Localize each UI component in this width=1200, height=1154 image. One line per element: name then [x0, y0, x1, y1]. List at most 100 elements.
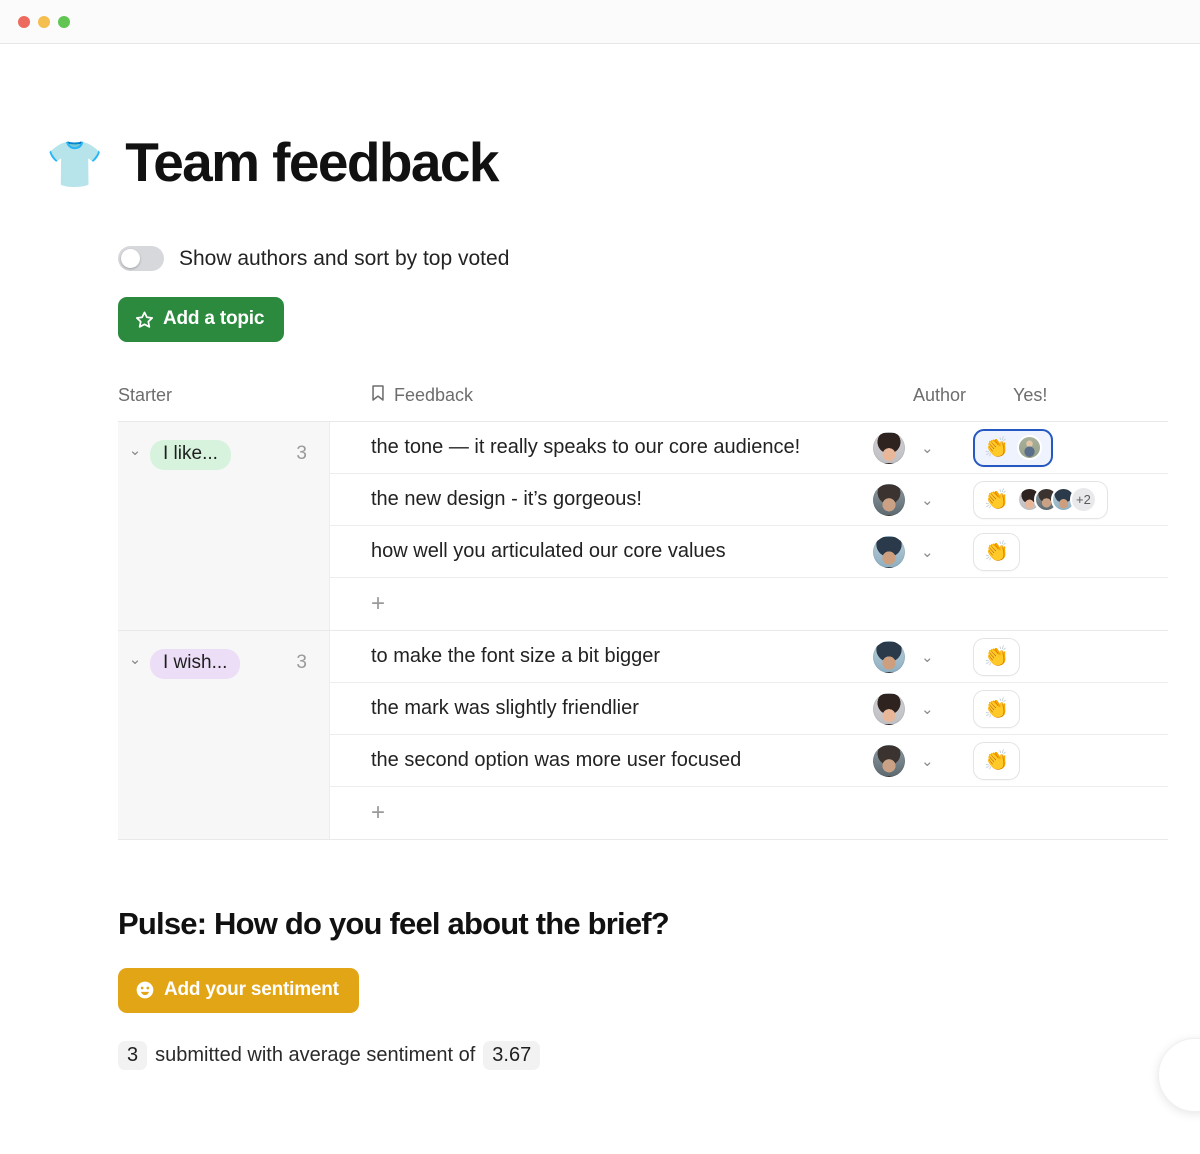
- add-feedback-row[interactable]: +: [330, 578, 1168, 630]
- chevron-down-icon[interactable]: ⌄: [126, 440, 144, 462]
- show-authors-toggle-row: Show authors and sort by top voted: [118, 246, 1200, 271]
- author-cell: ⌄: [873, 536, 973, 568]
- chevron-down-icon[interactable]: ⌄: [126, 649, 144, 671]
- avatar: [873, 484, 905, 516]
- add-topic-button[interactable]: Add a topic: [118, 297, 284, 342]
- table-row[interactable]: the mark was slightly friendlier ⌄ 👏: [330, 683, 1168, 735]
- clap-icon: 👏: [984, 647, 1009, 667]
- pulse-stats-text: submitted with average sentiment of: [155, 1044, 475, 1067]
- author-cell: ⌄: [873, 641, 973, 673]
- column-header-author: Author: [913, 385, 1013, 406]
- reaction-button[interactable]: 👏 +2: [973, 481, 1108, 519]
- reaction-button[interactable]: 👏: [973, 533, 1020, 571]
- plus-icon[interactable]: +: [330, 787, 385, 839]
- avatar: [873, 536, 905, 568]
- page-content: 👕 Team feedback Show authors and sort by…: [0, 44, 1200, 1070]
- plus-icon[interactable]: +: [330, 578, 385, 630]
- page-header: 👕 Team feedback: [0, 44, 1200, 194]
- add-topic-button-label: Add a topic: [163, 308, 264, 330]
- tshirt-icon: 👕: [46, 141, 103, 187]
- reaction-button[interactable]: 👏: [973, 638, 1020, 676]
- column-header-yes: Yes!: [1013, 385, 1168, 406]
- pulse-stats: 3 submitted with average sentiment of 3.…: [118, 1041, 1200, 1070]
- star-icon: [135, 310, 154, 329]
- chevron-down-icon[interactable]: ⌄: [921, 752, 934, 770]
- author-cell: ⌄: [873, 432, 973, 464]
- clap-icon: 👏: [984, 751, 1009, 771]
- starter-chip[interactable]: I wish...: [150, 649, 240, 679]
- chevron-down-icon[interactable]: ⌄: [921, 491, 934, 509]
- feedback-text[interactable]: the new design - it’s gorgeous!: [330, 488, 873, 511]
- window-titlebar: [0, 0, 1200, 44]
- avatar: [873, 641, 905, 673]
- table-row[interactable]: the tone — it really speaks to our core …: [330, 422, 1168, 474]
- yes-cell: 👏: [973, 690, 1128, 728]
- group-rows: the tone — it really speaks to our core …: [330, 422, 1168, 630]
- avatar: [873, 745, 905, 777]
- starter-count: 3: [296, 649, 329, 677]
- chevron-down-icon[interactable]: ⌄: [921, 439, 934, 457]
- chevron-down-icon[interactable]: ⌄: [921, 543, 934, 561]
- window-minimize-button[interactable]: [38, 16, 50, 28]
- feedback-text[interactable]: how well you articulated our core values: [330, 540, 873, 563]
- starter-cell: ⌄ I wish... 3: [118, 631, 330, 839]
- clap-icon: 👏: [984, 699, 1009, 719]
- table-row[interactable]: to make the font size a bit bigger ⌄ 👏: [330, 631, 1168, 683]
- reaction-avatar-stack: +2: [1017, 486, 1097, 513]
- feedback-table: Starter Feedback Author Yes! ⌄ I like... 3…: [118, 384, 1168, 840]
- controls-area: Show authors and sort by top voted Add a…: [0, 246, 1200, 342]
- yes-cell: 👏: [973, 742, 1128, 780]
- reaction-avatar-stack: [1017, 435, 1042, 460]
- clap-icon: 👏: [984, 438, 1009, 458]
- starter-count: 3: [296, 440, 329, 468]
- pulse-submitted-count: 3: [118, 1041, 147, 1070]
- feedback-text[interactable]: the second option was more user focused: [330, 749, 873, 772]
- clap-icon: 👏: [984, 542, 1009, 562]
- add-sentiment-button[interactable]: Add your sentiment: [118, 968, 359, 1013]
- table-group: ⌄ I like... 3the tone — it really speaks t…: [118, 422, 1168, 631]
- reaction-overflow-count: +2: [1070, 486, 1097, 513]
- add-sentiment-button-label: Add your sentiment: [164, 979, 339, 1001]
- avatar: [873, 693, 905, 725]
- pulse-average-sentiment: 3.67: [483, 1041, 540, 1070]
- column-header-feedback: Feedback: [370, 384, 913, 407]
- column-header-starter: Starter: [118, 385, 370, 406]
- avatar: [873, 432, 905, 464]
- reaction-button[interactable]: 👏: [973, 429, 1053, 467]
- table-header-row: Starter Feedback Author Yes!: [118, 384, 1168, 422]
- avatar: [1017, 435, 1042, 460]
- yes-cell: 👏 +2: [973, 481, 1128, 519]
- yes-cell: 👏: [973, 533, 1128, 571]
- yes-cell: 👏: [973, 429, 1128, 467]
- page-title: Team feedback: [125, 130, 498, 194]
- author-cell: ⌄: [873, 745, 973, 777]
- starter-chip[interactable]: I like...: [150, 440, 231, 470]
- clap-icon: 👏: [984, 490, 1009, 510]
- pulse-section: Pulse: How do you feel about the brief? …: [118, 906, 1200, 1070]
- table-row[interactable]: how well you articulated our core values…: [330, 526, 1168, 578]
- show-authors-toggle-label: Show authors and sort by top voted: [179, 247, 509, 271]
- smiley-icon: [135, 980, 155, 1000]
- feedback-text[interactable]: the mark was slightly friendlier: [330, 697, 873, 720]
- feedback-text[interactable]: to make the font size a bit bigger: [330, 645, 873, 668]
- table-row[interactable]: the second option was more user focused ⌄…: [330, 735, 1168, 787]
- window-maximize-button[interactable]: [58, 16, 70, 28]
- author-cell: ⌄: [873, 693, 973, 725]
- reaction-button[interactable]: 👏: [973, 690, 1020, 728]
- table-group: ⌄ I wish... 3to make the font size a bit b…: [118, 631, 1168, 840]
- chevron-down-icon[interactable]: ⌄: [921, 700, 934, 718]
- reaction-button[interactable]: 👏: [973, 742, 1020, 780]
- window-close-button[interactable]: [18, 16, 30, 28]
- show-authors-toggle[interactable]: [118, 246, 164, 271]
- table-groups: ⌄I like...3the tone — it really speaks t…: [118, 422, 1168, 840]
- feedback-text[interactable]: the tone — it really speaks to our core …: [330, 436, 873, 459]
- add-feedback-row[interactable]: +: [330, 787, 1168, 839]
- yes-cell: 👏: [973, 638, 1128, 676]
- author-cell: ⌄: [873, 484, 973, 516]
- bookmark-icon: [370, 384, 386, 407]
- chevron-down-icon[interactable]: ⌄: [921, 648, 934, 666]
- table-row[interactable]: the new design - it’s gorgeous! ⌄ 👏 +2: [330, 474, 1168, 526]
- starter-cell: ⌄ I like... 3: [118, 422, 330, 630]
- pulse-title: Pulse: How do you feel about the brief?: [118, 906, 1200, 942]
- group-rows: to make the font size a bit bigger⌄👏the …: [330, 631, 1168, 839]
